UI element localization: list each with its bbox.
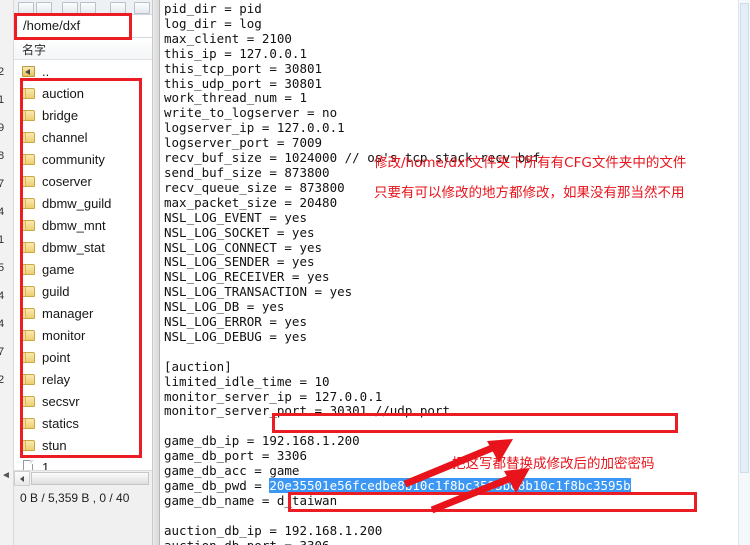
list-item-folder[interactable]: point <box>14 346 160 368</box>
column-header-name[interactable]: 名字 <box>14 38 160 60</box>
horizontal-scroll-thumb[interactable] <box>31 472 149 485</box>
gutter-number: 4 <box>0 290 4 302</box>
gutter-number: 1 <box>0 234 4 246</box>
gutter-number: 9 <box>0 122 4 134</box>
list-item-label: statics <box>42 415 79 431</box>
list-item-label: dbmw_guild <box>42 195 112 211</box>
column-header-label: 名字 <box>22 43 47 57</box>
gutter-number: 7 <box>0 178 4 190</box>
gutter-number: 4 <box>0 318 4 330</box>
list-item-file[interactable]: 1 <box>14 456 160 470</box>
list-item-folder[interactable]: stun <box>14 434 160 456</box>
folder-icon <box>22 439 36 452</box>
list-item-folder[interactable]: channel <box>14 126 160 148</box>
list-item-folder[interactable]: dbmw_stat <box>14 236 160 258</box>
toolbar-icon-2[interactable] <box>36 2 52 14</box>
list-item-label: point <box>42 349 71 365</box>
list-item-folder[interactable]: monitor <box>14 324 160 346</box>
list-item-folder[interactable]: secsvr <box>14 390 160 412</box>
list-item-label: coserver <box>42 173 92 189</box>
file-browser-panel: /home/dxf 名字 .. auction bridge channel comm… <box>0 0 160 545</box>
panel-splitter[interactable] <box>152 0 160 545</box>
list-item-folder[interactable]: community <box>14 148 160 170</box>
gutter-number: 1 <box>0 94 4 106</box>
folder-icon <box>22 219 36 232</box>
list-item-folder[interactable]: coserver <box>14 170 160 192</box>
list-item-label: .. <box>42 63 50 79</box>
path-bar[interactable]: /home/dxf <box>14 14 160 38</box>
list-item-label: monitor <box>42 327 86 343</box>
folder-icon <box>22 285 36 298</box>
path-input[interactable]: /home/dxf <box>23 18 80 33</box>
list-item-parent[interactable]: .. <box>14 60 160 82</box>
screenshot-root: /home/dxf 名字 .. auction bridge channel comm… <box>0 0 750 545</box>
folder-icon <box>22 263 36 276</box>
list-item-label: guild <box>42 283 70 299</box>
list-item-folder[interactable]: auction <box>14 82 160 104</box>
folder-icon <box>22 153 36 166</box>
gutter-number: 2 <box>0 374 4 386</box>
left-gutter: 2 1 9 8 7 4 1 5 4 4 7 2 ◄ <box>0 0 14 545</box>
folder-rows: auction bridge channel community coserver dbm… <box>14 82 160 456</box>
list-item-label: dbmw_stat <box>42 239 105 255</box>
list-item-folder[interactable]: bridge <box>14 104 160 126</box>
annotation-note-1: 修改/home/dxf文件夹下所有有CFG文件夹中的文件 <box>374 155 687 171</box>
gutter-number: 7 <box>0 346 4 358</box>
folder-icon <box>22 197 36 210</box>
status-bar: 0 B / 5,359 B , 0 / 40 <box>14 488 160 510</box>
folder-icon <box>22 175 36 188</box>
toolbar-icon-3[interactable] <box>62 2 78 14</box>
folder-icon <box>22 131 36 144</box>
list-item-label: bridge <box>42 107 79 123</box>
list-item-folder[interactable]: dbmw_mnt <box>14 214 160 236</box>
document-icon <box>22 460 36 470</box>
toolbar-strip <box>14 0 160 15</box>
folder-icon <box>22 395 36 408</box>
list-item-label: stun <box>42 437 67 453</box>
folder-icon <box>22 109 36 122</box>
list-item-label: manager <box>42 305 94 321</box>
list-item-folder[interactable]: dbmw_guild <box>14 192 160 214</box>
scroll-left-arrow-icon[interactable] <box>14 471 30 486</box>
folder-up-icon <box>22 65 36 78</box>
gutter-number: 5 <box>0 262 4 274</box>
list-item-label: dbmw_mnt <box>42 217 106 233</box>
game-db-pwd-value[interactable]: 20e35501e56fcedbe8b10c1f8bc3595be8b10c1f… <box>269 478 631 493</box>
list-item-label: community <box>42 151 105 167</box>
toolbar-icon-6[interactable] <box>134 2 150 14</box>
toolbar-icon-5[interactable] <box>110 2 126 14</box>
plain-file-rows: 12 <box>14 456 160 470</box>
folder-icon <box>22 87 36 100</box>
list-item-folder[interactable]: statics <box>14 412 160 434</box>
gutter-scroll-arrow-icon[interactable]: ◄ <box>1 470 11 481</box>
folder-icon <box>22 351 36 364</box>
file-list[interactable]: .. auction bridge channel community coserver… <box>14 60 160 470</box>
list-item-label: channel <box>42 129 88 145</box>
folder-icon <box>22 417 36 430</box>
list-item-label: 1 <box>42 459 50 471</box>
annotation-note-2: 只要有可以修改的地方都修改，如果没有那当然不用 <box>374 185 685 201</box>
gutter-number: 4 <box>0 206 4 218</box>
folder-icon <box>22 329 36 342</box>
list-item-label: relay <box>42 371 71 387</box>
annotation-note-3: 把这写都替换成修改后的加密密码 <box>452 456 655 472</box>
vertical-scroll-thumb[interactable] <box>740 3 749 473</box>
vertical-scrollbar[interactable] <box>738 0 750 545</box>
toolbar-icon-1[interactable] <box>18 2 34 14</box>
folder-icon <box>22 241 36 254</box>
folder-icon <box>22 373 36 386</box>
list-item-label: game <box>42 261 75 277</box>
list-item-folder[interactable]: guild <box>14 280 160 302</box>
folder-icon <box>22 307 36 320</box>
status-text: 0 B / 5,359 B , 0 / 40 <box>20 491 130 505</box>
list-item-label: auction <box>42 85 84 101</box>
toolbar-icon-4[interactable] <box>80 2 96 14</box>
list-item-folder[interactable]: relay <box>14 368 160 390</box>
gutter-number: 8 <box>0 150 4 162</box>
list-item-label: secsvr <box>42 393 80 409</box>
gutter-number: 2 <box>0 66 4 78</box>
horizontal-scrollbar[interactable] <box>14 470 160 486</box>
list-item-folder[interactable]: game <box>14 258 160 280</box>
list-item-folder[interactable]: manager <box>14 302 160 324</box>
